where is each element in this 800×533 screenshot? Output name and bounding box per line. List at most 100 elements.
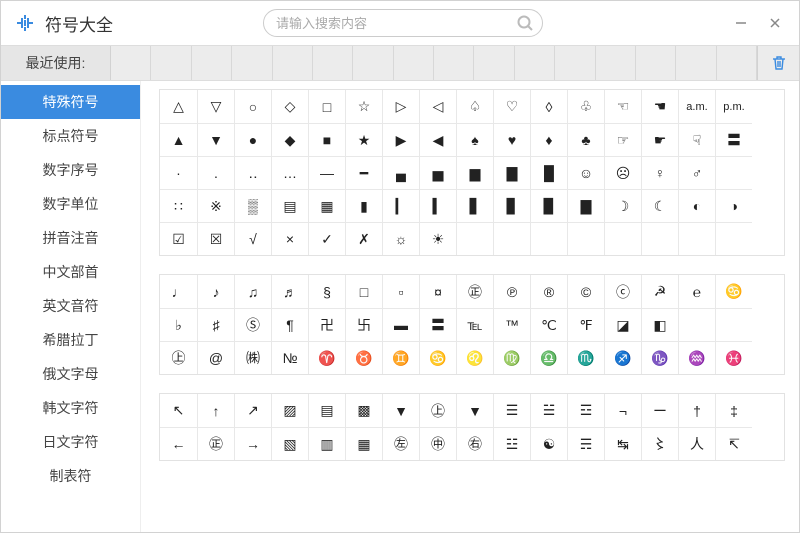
symbol-cell[interactable]: @ [197,341,234,374]
sidebar-item-4[interactable]: 拼音注音 [1,221,140,255]
symbol-cell[interactable]: ♫ [234,275,271,308]
symbol-cell[interactable]: § [308,275,345,308]
symbol-cell[interactable]: ℡ [456,308,493,341]
symbol-cell[interactable]: ¶ [271,308,308,341]
recent-slot[interactable] [111,46,151,80]
symbol-cell[interactable]: . [197,156,234,189]
symbol-cell[interactable]: ▎ [382,189,419,222]
symbol-cell[interactable]: ▲ [160,123,197,156]
symbol-cell[interactable]: ☒ [197,222,234,255]
recent-slot[interactable] [515,46,555,80]
symbol-cell[interactable]: ♡ [493,90,530,123]
symbol-cell[interactable]: ℃ [530,308,567,341]
symbol-cell[interactable]: ☛ [641,123,678,156]
symbol-cell[interactable]: □ [308,90,345,123]
symbol-cell[interactable]: ▷ [382,90,419,123]
symbol-cell[interactable]: ▒ [234,189,271,222]
symbol-cell[interactable]: ▼ [197,123,234,156]
symbol-cell[interactable]: ▍ [419,189,456,222]
symbol-cell[interactable]: ♉ [345,341,382,374]
recent-slot[interactable] [353,46,393,80]
symbol-cell[interactable]: ☽ [604,189,641,222]
sidebar-item-7[interactable]: 希腊拉丁 [1,323,140,357]
search-input[interactable] [276,16,514,31]
symbol-cell[interactable]: ㈱ [234,341,271,374]
sidebar-item-8[interactable]: 俄文字母 [1,357,140,391]
symbol-cell[interactable]: ★ [345,123,382,156]
symbol-cell[interactable]: ♎ [530,341,567,374]
symbol-cell[interactable]: ▋ [456,189,493,222]
symbol-cell[interactable]: ♯ [197,308,234,341]
symbol-cell[interactable]: ▉ [530,189,567,222]
symbol-cell[interactable]: ♐ [604,341,641,374]
symbol-cell[interactable]: ▼ [456,394,493,427]
symbol-cell[interactable]: ☹ [604,156,641,189]
symbol-cell[interactable]: ☴ [567,427,604,460]
symbol-cell[interactable]: ▆ [456,156,493,189]
symbol-cell[interactable]: … [271,156,308,189]
symbol-cell[interactable]: ▼ [382,394,419,427]
recent-slot[interactable] [394,46,434,80]
symbol-cell[interactable]: ☭ [641,275,678,308]
symbol-cell[interactable]: ♑ [641,341,678,374]
symbol-cell[interactable]: → [234,427,271,460]
symbol-cell[interactable]: ↑ [197,394,234,427]
symbol-cell[interactable]: ☑ [160,222,197,255]
recent-slot[interactable] [151,46,191,80]
symbol-cell[interactable]: ¬ [604,394,641,427]
symbol-cell[interactable]: ▇ [567,189,604,222]
sidebar-item-11[interactable]: 制表符 [1,459,140,493]
symbol-cell[interactable]: ♒ [678,341,715,374]
symbol-cell[interactable]: ー [641,394,678,427]
symbol-cell[interactable]: ▩ [345,394,382,427]
symbol-cell[interactable]: ☜ [604,90,641,123]
symbol-cell[interactable]: ☱ [530,394,567,427]
symbol-cell[interactable]: ¤ [419,275,456,308]
symbol-cell[interactable]: ♈ [308,341,345,374]
recent-slot[interactable] [555,46,595,80]
symbol-cell[interactable]: ◐ [678,189,715,222]
symbol-cell[interactable]: ▇ [493,156,530,189]
symbol-cell[interactable]: ☯ [530,427,567,460]
symbol-cell[interactable]: ♌ [456,341,493,374]
symbol-cell[interactable]: ☀ [419,222,456,255]
symbol-cell[interactable]: ☺ [567,156,604,189]
sidebar-item-1[interactable]: 标点符号 [1,119,140,153]
symbol-cell[interactable]: ◊ [530,90,567,123]
symbol-cell[interactable]: ♬ [271,275,308,308]
symbol-cell[interactable]: ✗ [345,222,382,255]
symbol-cell[interactable]: ※ [197,189,234,222]
symbol-cell[interactable]: ♂ [678,156,715,189]
symbol-cell[interactable]: ㊤ [160,341,197,374]
symbol-cell[interactable]: ♣ [567,123,604,156]
recent-slot[interactable] [474,46,514,80]
symbol-cell[interactable]: ℮ [678,275,715,308]
symbol-cell[interactable]: ◇ [271,90,308,123]
symbol-cell[interactable]: ▥ [308,427,345,460]
sidebar-item-5[interactable]: 中文部首 [1,255,140,289]
symbol-cell[interactable]: 〻 [641,427,678,460]
symbol-cell[interactable]: ® [530,275,567,308]
sidebar-item-9[interactable]: 韩文字符 [1,391,140,425]
symbol-cell[interactable]: p.m. [715,90,752,123]
symbol-cell[interactable]: × [271,222,308,255]
symbol-cell[interactable]: ♤ [456,90,493,123]
close-button[interactable] [765,13,785,33]
symbol-cell[interactable]: ↗ [234,394,271,427]
symbol-cell[interactable]: ㊨ [456,427,493,460]
symbol-cell[interactable]: ㊣ [197,427,234,460]
symbol-cell[interactable]: ☆ [345,90,382,123]
symbol-cell[interactable]: ♠ [456,123,493,156]
symbol-cell[interactable]: 卐 [345,308,382,341]
symbol-cell[interactable]: ㊥ [419,427,456,460]
minimize-button[interactable] [731,13,751,33]
symbol-cell[interactable]: ▦ [345,427,382,460]
recent-slot[interactable] [273,46,313,80]
symbol-cell[interactable]: ㊧ [382,427,419,460]
symbol-cell[interactable]: ♧ [567,90,604,123]
symbol-cell[interactable]: ↹ [604,427,641,460]
symbol-cell[interactable]: № [271,341,308,374]
symbol-cell[interactable]: ▤ [308,394,345,427]
symbol-cell[interactable]: ♦ [530,123,567,156]
symbol-cell[interactable]: ♩ [160,275,197,308]
